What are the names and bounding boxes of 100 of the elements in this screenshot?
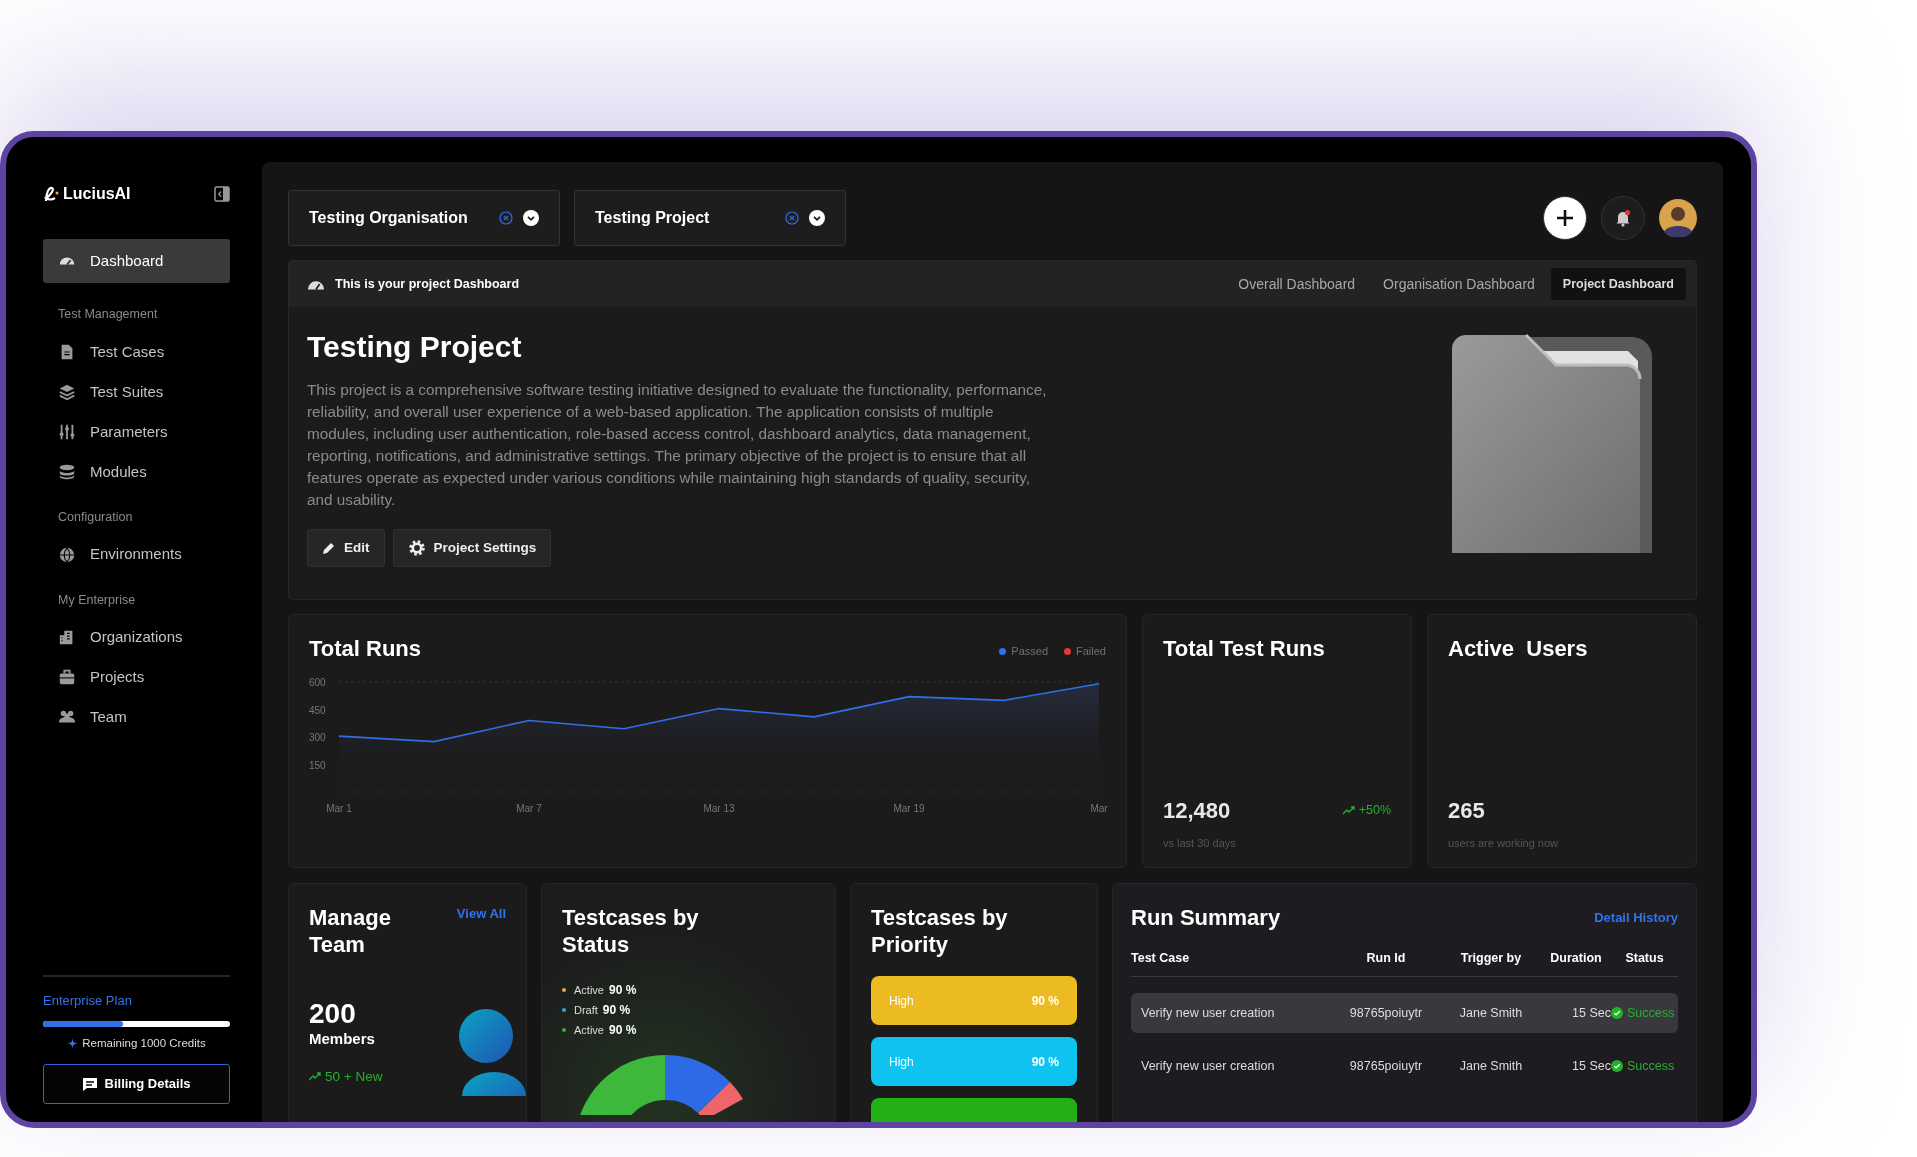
credits-text: Remaining 1000 Credits: [82, 1035, 206, 1051]
table-cell-text: Jane Smith: [1458, 1057, 1524, 1075]
change-value: +50%: [1358, 801, 1391, 819]
dropdown-select[interactable]: Testing Project: [574, 190, 846, 246]
card-title: Testcases by Priority: [871, 904, 1009, 958]
section-label: Configuration: [57, 508, 134, 526]
globe-icon: [58, 545, 76, 564]
section-label: My Enterprise: [57, 591, 137, 609]
layers-icon: [58, 382, 76, 401]
trend-up-icon: [309, 1072, 321, 1082]
axis-tick-label: Mar: [1090, 803, 1108, 814]
nav-item[interactable]: Test Suites: [43, 371, 230, 412]
card-title: Active Users: [1448, 635, 1589, 662]
view-all-link[interactable]: View All: [456, 904, 506, 924]
plan-name: Enterprise Plan: [43, 992, 133, 1011]
settings-button[interactable]: Project Settings: [392, 529, 552, 567]
trend-up-icon: [1342, 805, 1355, 815]
table-cell-text: 98765poiuytr: [1348, 1057, 1424, 1075]
notifications-button[interactable]: [1601, 196, 1645, 240]
legend-label: Failed: [1076, 644, 1106, 659]
column-header: Run Id: [1365, 950, 1407, 968]
table-cell-text: 15 Sec: [1571, 1004, 1611, 1022]
card-title: Total Runs: [309, 635, 422, 662]
card-title: Testcases by Status: [562, 904, 700, 958]
priority-value: 90 %: [1031, 1053, 1059, 1071]
metric-value: 12,480: [1163, 796, 1231, 825]
database-icon: [58, 462, 76, 481]
legend-label: Draft: [574, 1002, 598, 1018]
nav-item[interactable]: Team: [43, 697, 230, 738]
new-members-text: 50 + New: [325, 1067, 383, 1086]
nav-item[interactable]: Environments: [43, 534, 230, 575]
dropdown-select[interactable]: Testing Organisation: [288, 190, 560, 246]
nav-item[interactable]: Organizations: [43, 617, 230, 658]
message-icon: [82, 1077, 97, 1091]
priority-label: High: [889, 992, 914, 1010]
brand-name: LuciusAI: [63, 184, 131, 204]
status-text: Success: [1627, 1004, 1675, 1022]
table-cell-text: Jane Smith: [1458, 1004, 1524, 1022]
briefcase-icon: [58, 668, 76, 687]
column-header: Duration: [1549, 950, 1603, 968]
nav-item[interactable]: Modules: [43, 451, 230, 492]
card-title: Run Summary: [1131, 904, 1281, 931]
table-cell-text: Verify new user creation: [1141, 1057, 1276, 1075]
legend-value: 90 %: [608, 982, 637, 999]
nav-item[interactable]: Test Cases: [43, 331, 230, 372]
chevron-down-icon: [523, 210, 539, 226]
nav-item[interactable]: Dashboard: [43, 239, 230, 283]
axis-tick-label: 150: [309, 759, 326, 771]
sparkle-icon: [67, 1037, 79, 1049]
avatar[interactable]: [1659, 199, 1697, 237]
logo-icon: [43, 185, 59, 203]
column-header: Trigger by: [1459, 950, 1523, 968]
check-circle-icon: [1611, 1060, 1623, 1072]
table-row[interactable]: Verify new user creation 98765poiuytr Jane Smith 15 Sec Success: [1131, 993, 1678, 1033]
dashboard-tab[interactable]: Overall Dashboard: [1226, 266, 1368, 302]
table-cell-text: 98765poiuytr: [1348, 1004, 1424, 1022]
add-button[interactable]: [1543, 196, 1587, 240]
axis-tick-label: 300: [309, 732, 326, 743]
check-circle-icon: [1611, 1007, 1623, 1019]
legend-value: 90 %: [602, 1002, 631, 1019]
table-cell-text: Verify new user creation: [1141, 1004, 1276, 1022]
project-title: Testing Project: [307, 329, 523, 365]
status-text: Success: [1627, 1057, 1675, 1075]
clear-icon: [785, 211, 799, 225]
axis-tick-label: Mar 7: [516, 803, 542, 814]
legend-label: Active: [574, 1022, 604, 1038]
priority-label: High: [889, 1053, 914, 1071]
nav-item[interactable]: Projects: [43, 657, 230, 698]
chevron-down-icon: [809, 210, 825, 226]
axis-tick-label: Mar 19: [893, 803, 925, 814]
collapse-sidebar-button[interactable]: [214, 186, 230, 202]
member-label: Members: [309, 1029, 376, 1049]
column-header: Status: [1624, 950, 1665, 968]
project-description: This project is a comprehensive software testing initiative designed to evaluate the functionality, performance, reliability, and overall user experience of a web-based application. The application consists of multiple modules, including user authentication, role-based access control, dashboard analytics, data management, reporting, notifications, and administrative settings. The primary objective of the project is to ensure that all features operate as expected under various conditions while maintaining high standards of quality, security, and usability.: [307, 380, 1047, 510]
pencil-icon: [322, 541, 336, 555]
bell-icon: [1614, 209, 1632, 227]
priority-value: 90 %: [1031, 992, 1059, 1010]
member-count: 200: [309, 1000, 357, 1028]
banner-text: This is your project Dashboard: [335, 275, 520, 293]
metric-value: 265: [1448, 796, 1485, 825]
edit-button[interactable]: Edit: [307, 529, 385, 567]
section-label: Test Management: [57, 306, 159, 323]
dashboard-tab[interactable]: Organisation Dashboard: [1371, 266, 1547, 302]
card-title: Manage Team: [309, 904, 392, 958]
table-cell-text: 15 Sec: [1571, 1057, 1611, 1075]
axis-tick-label: Mar 1: [326, 803, 352, 814]
nav-item[interactable]: Parameters: [43, 411, 230, 452]
column-header: Test Case: [1131, 950, 1191, 968]
axis-tick-label: Mar 13: [703, 803, 735, 814]
detail-history-link[interactable]: Detail History: [1594, 907, 1678, 928]
table-row[interactable]: Verify new user creation 98765poiuytr Jane Smith 15 Sec Success: [1131, 1046, 1678, 1086]
dashboard-tab[interactable]: Project Dashboard: [1550, 267, 1686, 301]
gear-icon: [407, 539, 426, 557]
axis-tick-label: 450: [309, 704, 326, 716]
legend-label: Active: [574, 982, 604, 998]
clear-icon: [499, 211, 513, 225]
plus-icon: [1555, 208, 1575, 228]
card-title: Total Test Runs: [1163, 635, 1326, 662]
billing-details-button[interactable]: Billing Details: [43, 1064, 230, 1104]
legend-value: 90 %: [608, 1022, 637, 1039]
